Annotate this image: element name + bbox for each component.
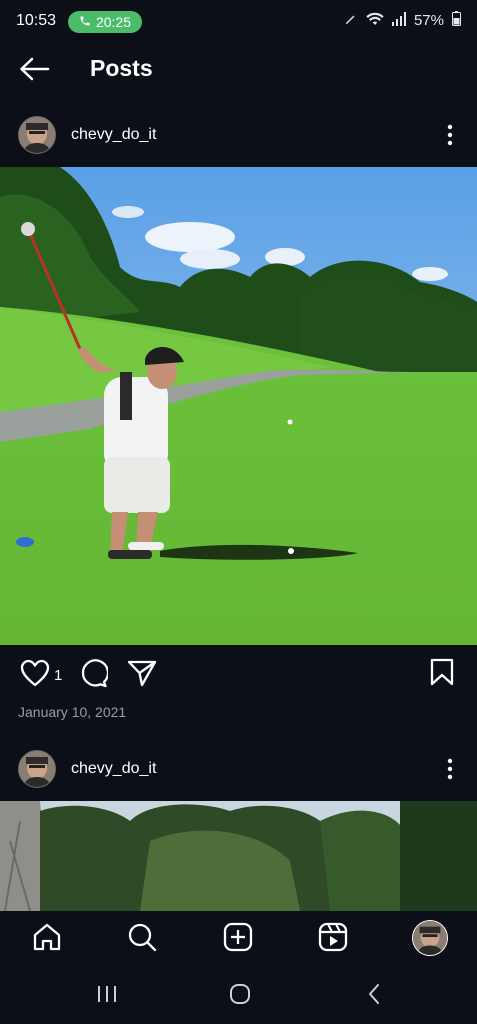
share-button[interactable] xyxy=(127,659,157,692)
save-button[interactable] xyxy=(430,658,454,691)
home-icon xyxy=(32,923,62,956)
status-bar: 10:53 20:25 57% xyxy=(0,0,477,42)
call-duration: 20:25 xyxy=(95,14,132,30)
bottom-navigation xyxy=(0,912,477,968)
nav-home[interactable] xyxy=(32,922,64,954)
post-username[interactable]: chevy_do_it xyxy=(71,760,156,778)
back-button[interactable] xyxy=(18,56,52,84)
post-date: January 10, 2021 xyxy=(18,704,127,720)
post-username[interactable]: chevy_do_it xyxy=(71,126,156,144)
post-photo[interactable] xyxy=(0,801,477,911)
avatar[interactable] xyxy=(18,750,56,788)
nav-create[interactable] xyxy=(223,922,255,954)
phone-icon xyxy=(79,14,91,30)
status-icons: 57% xyxy=(344,11,461,30)
more-options-button[interactable] xyxy=(447,758,453,780)
post-actions: 1 xyxy=(20,658,157,693)
recents-button[interactable] xyxy=(96,984,118,1009)
reels-icon xyxy=(318,922,348,956)
avatar[interactable] xyxy=(18,116,56,154)
more-options-button[interactable] xyxy=(447,124,453,146)
battery-percent: 57% xyxy=(413,12,444,29)
battery-icon xyxy=(452,11,461,30)
profile-avatar xyxy=(412,920,448,956)
more-vertical-icon xyxy=(447,758,453,784)
comment-button[interactable] xyxy=(78,658,110,693)
signal-icon xyxy=(391,11,406,30)
nav-profile[interactable] xyxy=(412,920,448,956)
post-photo[interactable] xyxy=(0,167,477,645)
send-icon xyxy=(127,660,157,691)
heart-icon xyxy=(20,659,50,691)
comment-icon xyxy=(78,659,110,692)
recents-icon xyxy=(96,986,118,1008)
nav-search[interactable] xyxy=(127,922,159,954)
arrow-left-icon xyxy=(18,57,50,86)
system-navigation-bar xyxy=(0,968,477,1024)
system-home-button[interactable] xyxy=(229,983,251,1010)
more-vertical-icon xyxy=(447,124,453,150)
back-chevron-icon xyxy=(366,984,382,1009)
system-back-button[interactable] xyxy=(366,983,382,1010)
ongoing-call-pill[interactable]: 20:25 xyxy=(68,11,142,33)
add-post-icon xyxy=(223,922,253,956)
wifi-icon xyxy=(366,12,384,30)
status-time: 10:53 xyxy=(16,12,57,29)
page-title: Posts xyxy=(90,55,153,81)
nav-reels[interactable] xyxy=(318,922,350,954)
like-button[interactable] xyxy=(20,659,50,692)
bookmark-icon xyxy=(430,658,454,690)
search-icon xyxy=(127,923,157,956)
home-circle-icon xyxy=(229,984,251,1009)
like-count[interactable]: 1 xyxy=(54,667,62,684)
pen-icon xyxy=(344,12,358,30)
